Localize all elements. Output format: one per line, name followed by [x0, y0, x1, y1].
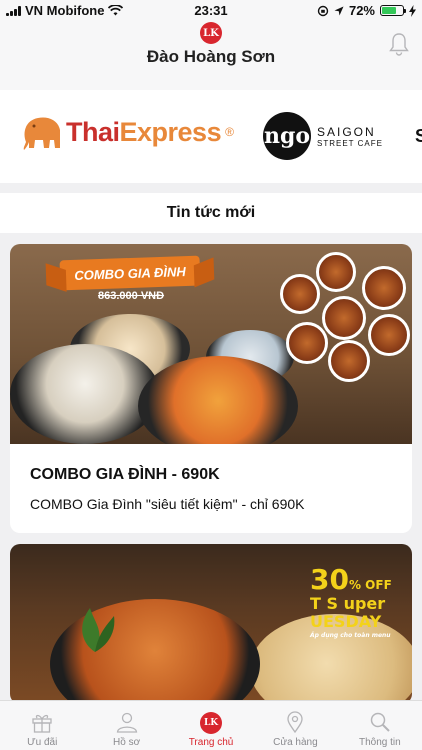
tab-trang-chu[interactable]: LK Trang chủ: [169, 701, 253, 750]
tab-ho-so[interactable]: Hồ sơ: [84, 701, 168, 750]
bell-icon[interactable]: [388, 32, 410, 56]
side-dish-plate: [322, 296, 366, 340]
tab-label: Thông tin: [358, 737, 401, 748]
charging-bolt-icon: [409, 4, 416, 17]
promo-note: Áp dụng cho toàn menu: [310, 632, 391, 639]
brand-thai-part1: Thai: [66, 116, 120, 147]
news-card-image: COMBO GIA ĐÌNH 863.000 VNĐ: [10, 244, 412, 444]
status-right: 72%: [317, 3, 416, 18]
side-dish-plate: [286, 322, 328, 364]
profile-icon: [116, 712, 137, 733]
gift-icon: [32, 714, 52, 733]
tab-bar: Ưu đãi Hồ sơ LK Trang chủ Cửa hàng Thông…: [0, 700, 422, 750]
promo-percent: 30% OFF: [310, 563, 392, 596]
hotpot-seafood: [10, 344, 160, 444]
promo-badge: 30% OFF T S uper UESDAY Áp dụng cho toàn…: [310, 566, 392, 639]
location-pin-icon: [287, 711, 304, 734]
page-title: Đào Hoàng Sơn: [146, 47, 276, 66]
promo-sub: T S uper: [310, 594, 386, 613]
app-logo: LK: [200, 22, 222, 44]
location-arrow-icon: [334, 6, 344, 15]
ngo-line1: SAIGON: [317, 124, 376, 139]
brand-carousel[interactable]: ThaiExpress ® ngo SAIGON STREET CAFE S: [0, 90, 422, 183]
news-card-title: COMBO GIA ĐÌNH - 690K: [30, 466, 220, 483]
tab-thong-tin[interactable]: Thông tin: [338, 701, 422, 750]
news-card-description: COMBO Gia Đình "siêu tiết kiệm" - chỉ 69…: [30, 496, 305, 512]
side-dish-plate: [280, 274, 320, 314]
brand-thai-text: ThaiExpress: [66, 116, 222, 148]
app-header: LK Đào Hoàng Sơn: [0, 20, 422, 90]
elephant-icon: [23, 117, 61, 150]
side-dish-plate: [368, 314, 410, 356]
side-dish-plate: [362, 266, 406, 310]
old-price: 863.000 VNĐ: [98, 290, 165, 302]
tab-label: Trang chủ: [188, 737, 234, 748]
news-card[interactable]: 30% OFF T S uper UESDAY Áp dụng cho toàn…: [10, 544, 412, 704]
news-card[interactable]: COMBO GIA ĐÌNH 863.000 VNĐ COMBO GIA ĐÌN…: [10, 244, 412, 533]
tab-label: Ưu đãi: [27, 737, 58, 748]
brand-next-partial[interactable]: S: [415, 126, 422, 147]
news-heading: Tin tức mới: [0, 193, 422, 233]
leaf-garnish: [82, 608, 115, 652]
battery-fill: [382, 7, 397, 14]
brand-thai-express[interactable]: ThaiExpress ®: [20, 112, 234, 152]
combo-banner: COMBO GIA ĐÌNH: [59, 255, 201, 291]
status-bar: VN Mobifone 23:31 72%: [0, 0, 422, 20]
battery-icon: [380, 5, 406, 16]
tab-cua-hang[interactable]: Cửa hàng: [253, 701, 337, 750]
ngo-line2: STREET CAFE: [317, 138, 383, 148]
registered-mark: ®: [225, 125, 234, 139]
battery-percent: 72%: [348, 3, 375, 18]
side-dish-plate: [316, 252, 356, 292]
news-card-image: 30% OFF T S uper UESDAY Áp dụng cho toàn…: [10, 544, 412, 704]
search-icon: [370, 712, 390, 732]
tab-label: Cửa hàng: [273, 737, 318, 748]
tab-uu-dai[interactable]: Ưu đãi: [0, 701, 84, 750]
brand-ngo[interactable]: ngo SAIGON STREET CAFE: [263, 112, 383, 160]
home-logo-icon: LK: [200, 712, 223, 734]
tab-label: Hồ sơ: [113, 737, 141, 748]
promo-sub2: UESDAY: [310, 612, 382, 631]
ngo-text: SAIGON STREET CAFE: [317, 125, 383, 148]
brand-thai-part2: Express: [119, 116, 222, 147]
side-dish-plate: [328, 340, 370, 382]
ngo-logo: ngo: [263, 112, 311, 160]
rotation-lock-icon: [317, 5, 329, 16]
